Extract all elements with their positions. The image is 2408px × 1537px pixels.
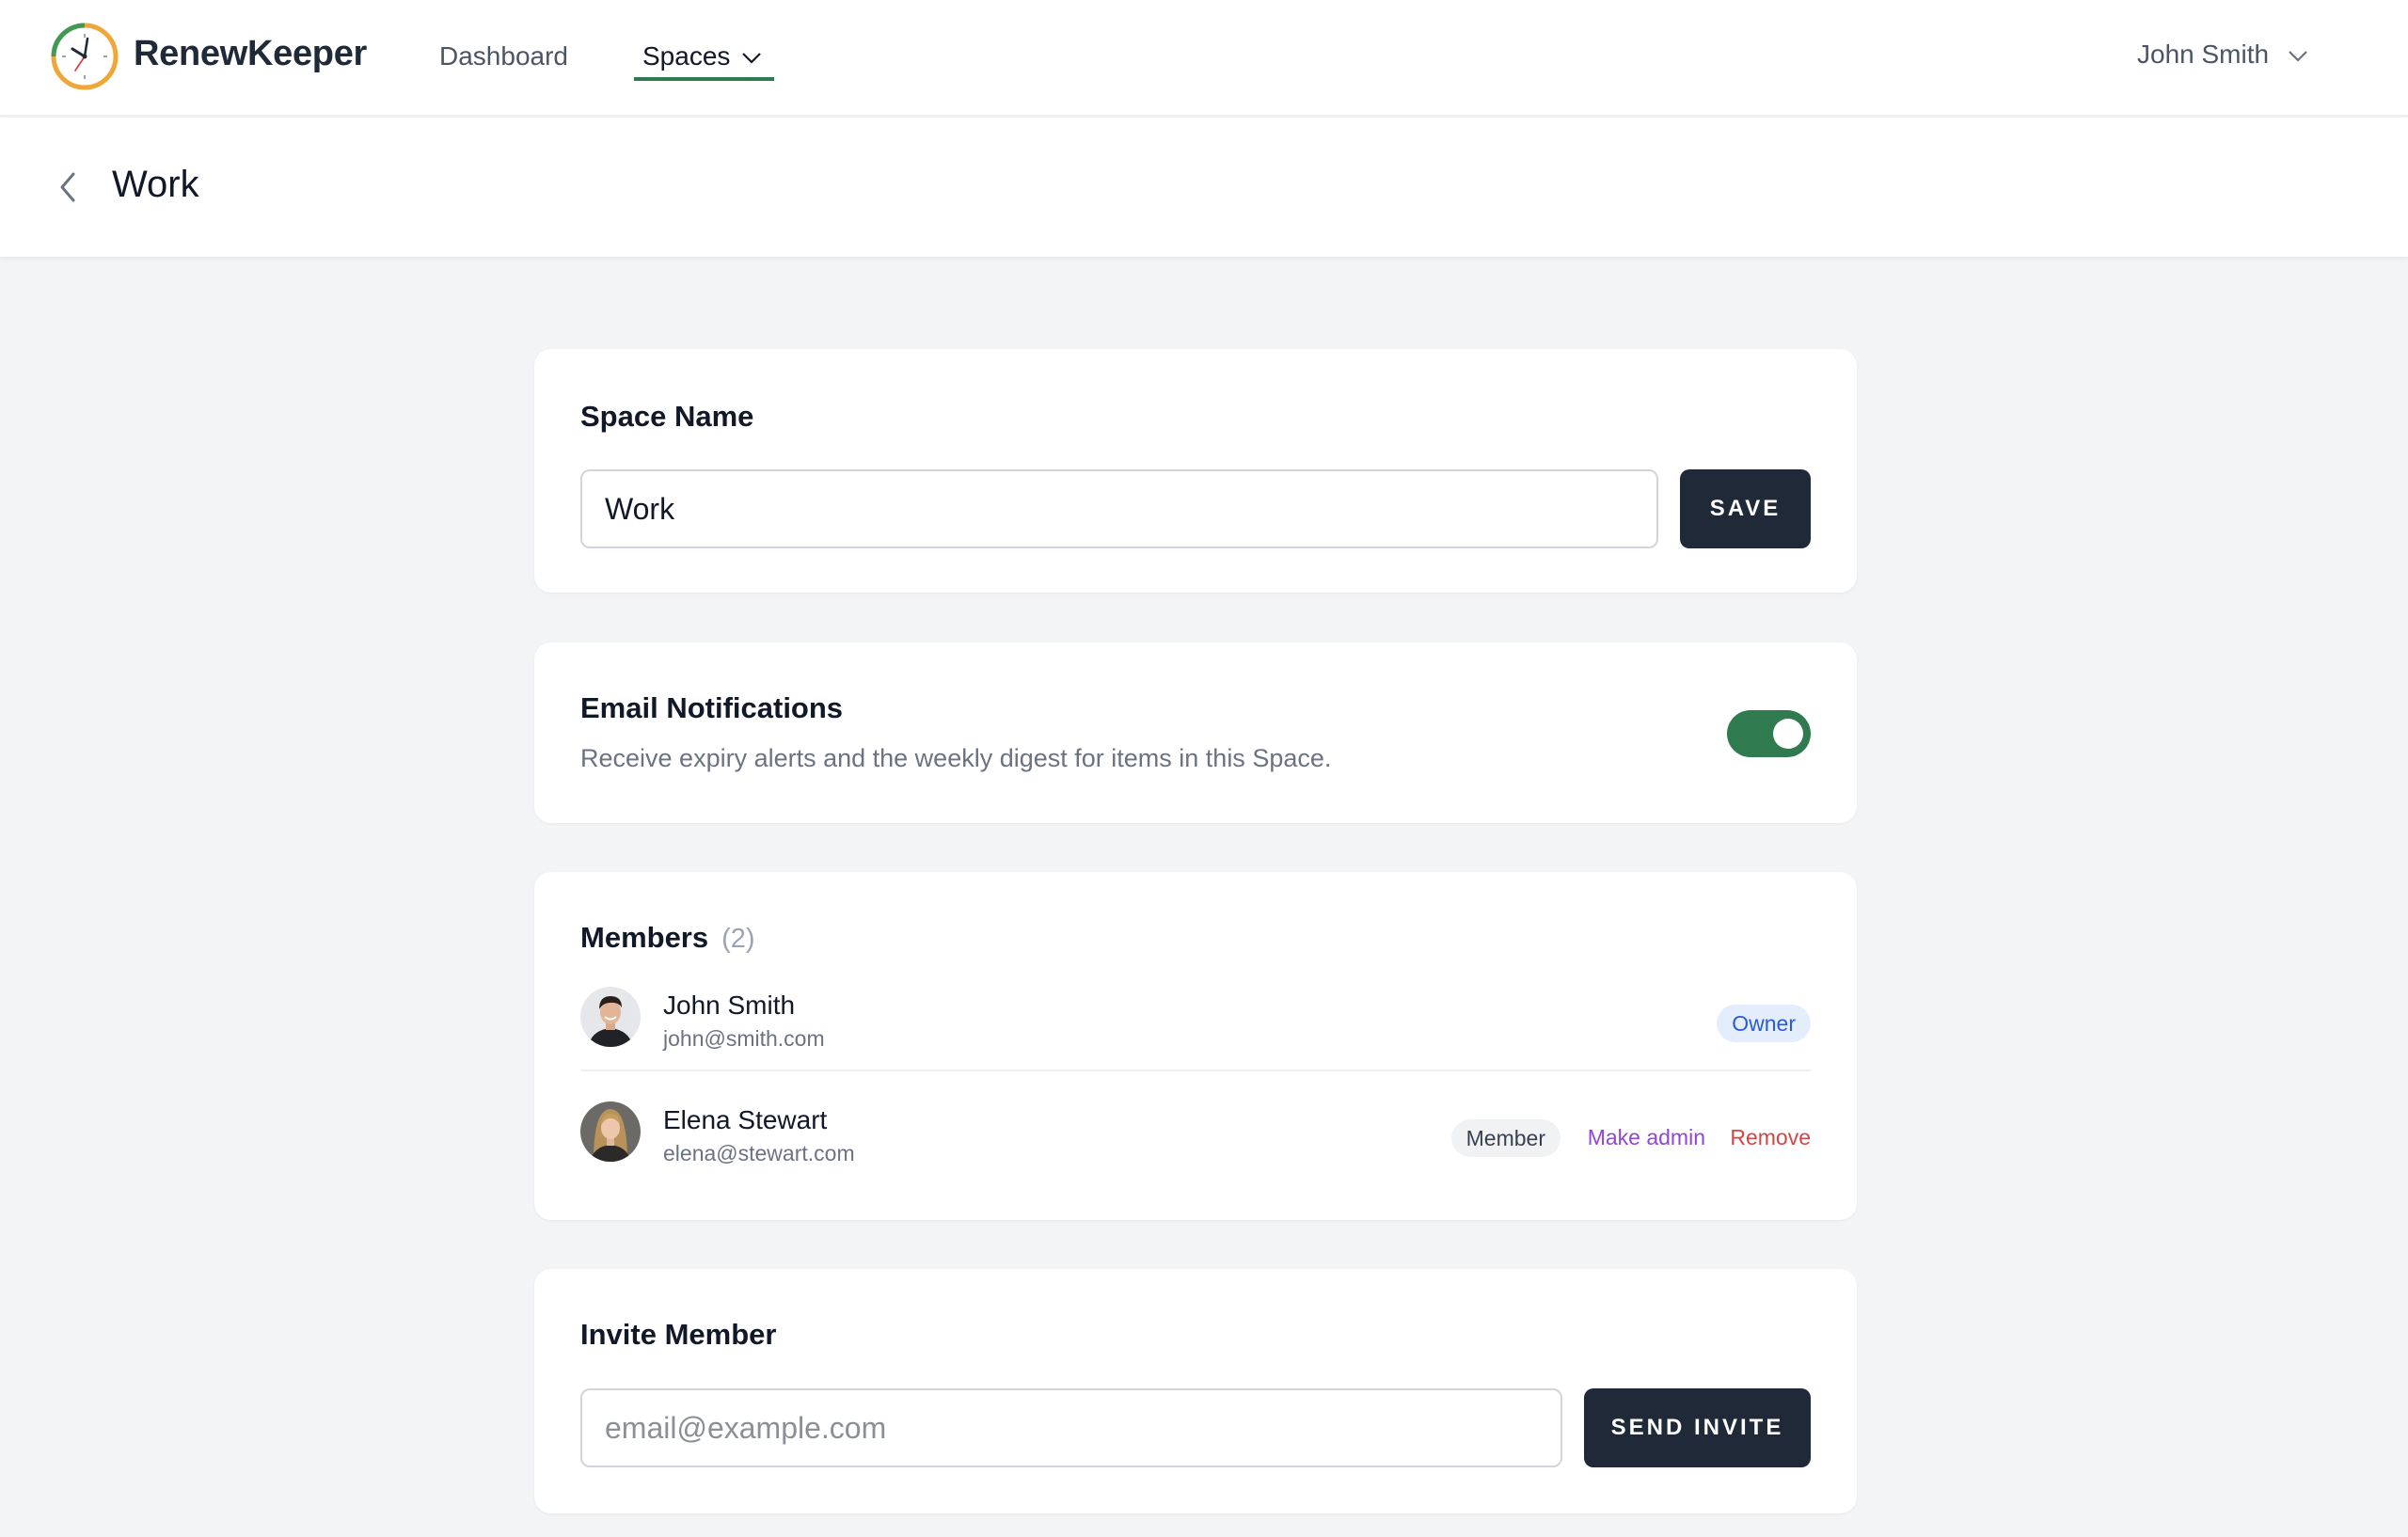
member-name: Elena Stewart xyxy=(663,1105,828,1134)
invite-email-input[interactable] xyxy=(580,1388,1562,1467)
user-name: John Smith xyxy=(2137,40,2270,69)
send-invite-button[interactable]: SEND INVITE xyxy=(1584,1388,1811,1467)
space-name-input[interactable] xyxy=(580,469,1658,548)
avatar xyxy=(580,987,641,1047)
space-name-card: Space Name SAVE xyxy=(534,349,1857,593)
email-notifications-heading: Email Notifications xyxy=(580,691,844,724)
member-email: elena@stewart.com xyxy=(663,1141,855,1165)
email-notifications-card: Email Notifications Receive expiry alert… xyxy=(534,642,1857,823)
brand-name: RenewKeeper xyxy=(134,34,368,73)
email-notifications-toggle[interactable] xyxy=(1727,710,1811,757)
owner-badge: Owner xyxy=(1717,1005,1811,1042)
nav-dashboard[interactable]: Dashboard xyxy=(439,41,568,71)
members-heading: Members (2) xyxy=(580,921,755,955)
page-title: Work xyxy=(112,164,199,205)
nav-spaces-label: Spaces xyxy=(642,41,731,71)
make-admin-link[interactable]: Make admin xyxy=(1588,1125,1705,1150)
chevron-down-icon xyxy=(742,52,762,64)
member-email: john@smith.com xyxy=(663,1026,825,1051)
save-button[interactable]: SAVE xyxy=(1680,469,1811,548)
user-menu[interactable]: John Smith xyxy=(2137,40,2308,70)
member-name: John Smith xyxy=(663,990,796,1020)
member-row: John Smith john@smith.com Owner xyxy=(580,959,1811,1071)
active-tab-indicator xyxy=(634,77,774,81)
member-row: Elena Stewart elena@stewart.com Member M… xyxy=(580,1073,1811,1186)
invite-member-card: Invite Member SEND INVITE xyxy=(534,1269,1857,1513)
members-heading-label: Members xyxy=(580,921,709,954)
member-role-badge: Member xyxy=(1450,1119,1560,1157)
invite-member-heading: Invite Member xyxy=(580,1318,777,1351)
page-header: Work xyxy=(0,118,2408,257)
avatar xyxy=(580,1101,641,1162)
space-name-heading: Space Name xyxy=(580,400,754,433)
toggle-knob xyxy=(1773,719,1803,749)
clock-logo-icon[interactable] xyxy=(50,22,119,91)
members-card: Members (2) John Smith john@smith.com Own… xyxy=(534,872,1857,1220)
top-navigation: RenewKeeper Dashboard Spaces John Smith xyxy=(0,0,2408,117)
members-count: (2) xyxy=(721,924,755,954)
email-notifications-description: Receive expiry alerts and the weekly dig… xyxy=(580,744,1332,772)
remove-member-link[interactable]: Remove xyxy=(1730,1125,1811,1150)
nav-spaces[interactable]: Spaces xyxy=(642,41,762,71)
chevron-down-icon xyxy=(2289,50,2307,62)
back-arrow-icon[interactable] xyxy=(55,170,83,204)
